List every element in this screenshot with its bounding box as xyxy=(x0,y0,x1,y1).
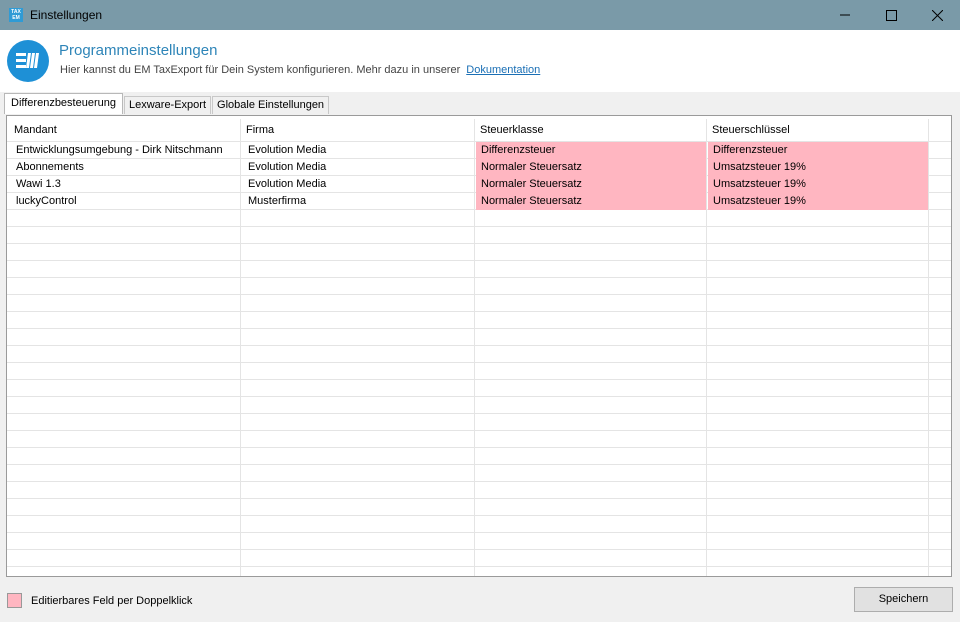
cell-steuerklasse[interactable]: Normaler Steuersatz xyxy=(476,193,706,210)
settings-grid: Mandant Firma Steuerklasse Steuerschlüss… xyxy=(6,115,952,577)
cell-steuerschluessel[interactable]: Umsatzsteuer 19% xyxy=(708,176,928,193)
app-icon: TAX EM xyxy=(9,8,23,22)
minimize-icon xyxy=(840,14,850,16)
cell-mandant: luckyControl xyxy=(16,195,77,207)
cell-steuerklasse[interactable]: Normaler Steuersatz xyxy=(476,159,706,176)
cell-firma: Musterfirma xyxy=(248,195,307,207)
cell-mandant: Entwicklungsumgebung - Dirk Nitschmann xyxy=(16,144,223,156)
em-logo xyxy=(7,40,49,82)
cell-steuerschluessel[interactable]: Umsatzsteuer 19% xyxy=(708,159,928,176)
column-header-steuerklasse[interactable]: Steuerklasse xyxy=(475,119,706,143)
cell-steuerschluessel[interactable]: Differenzsteuer xyxy=(708,142,928,159)
cell-steuerschluessel[interactable]: Umsatzsteuer 19% xyxy=(708,193,928,210)
cell-firma: Evolution Media xyxy=(248,178,327,190)
table-row[interactable]: Abonnements Evolution Media Normaler Ste… xyxy=(7,159,951,176)
editable-legend-swatch xyxy=(7,593,22,608)
column-header-firma[interactable]: Firma xyxy=(241,119,474,143)
title-bar: TAX EM Einstellungen xyxy=(0,0,960,30)
cell-firma: Evolution Media xyxy=(248,144,327,156)
table-row[interactable]: Entwicklungsumgebung - Dirk Nitschmann E… xyxy=(7,142,951,159)
maximize-icon xyxy=(885,9,897,21)
page-title: Programmeinstellungen xyxy=(59,42,218,59)
window-title: Einstellungen xyxy=(30,8,103,22)
table-row[interactable]: luckyControl Musterfirma Normaler Steuer… xyxy=(7,193,951,210)
minimize-button[interactable] xyxy=(822,0,868,30)
tab-bar: Differenzbesteuerung Lexware-Export Glob… xyxy=(4,93,330,114)
subtitle-text: Hier kannst du EM TaxExport für Dein Sys… xyxy=(60,64,461,76)
cell-mandant: Wawi 1.3 xyxy=(16,178,61,190)
tab-globale-einstellungen[interactable]: Globale Einstellungen xyxy=(212,96,330,114)
save-button[interactable]: Speichern xyxy=(854,587,953,612)
cell-steuerklasse[interactable]: Normaler Steuersatz xyxy=(476,176,706,193)
cell-steuerklasse[interactable]: Differenzsteuer xyxy=(476,142,706,159)
footer-bar: Editierbares Feld per Doppelklick Speich… xyxy=(0,582,960,622)
cell-firma: Evolution Media xyxy=(248,161,327,173)
column-header-steuerschluessel[interactable]: Steuerschlüssel xyxy=(707,119,928,143)
page-subtitle: Hier kannst du EM TaxExport für Dein Sys… xyxy=(60,64,540,76)
tab-differenzbesteuerung[interactable]: Differenzbesteuerung xyxy=(4,93,123,114)
documentation-link[interactable]: Dokumentation xyxy=(466,64,540,76)
table-row[interactable]: Wawi 1.3 Evolution Media Normaler Steuer… xyxy=(7,176,951,193)
close-button[interactable] xyxy=(914,0,960,30)
tab-lexware-export[interactable]: Lexware-Export xyxy=(123,96,212,114)
maximize-button[interactable] xyxy=(868,0,914,30)
close-icon xyxy=(931,9,943,21)
cell-mandant: Abonnements xyxy=(16,161,84,173)
header-panel: Programmeinstellungen Hier kannst du EM … xyxy=(0,30,960,92)
column-header-mandant[interactable]: Mandant xyxy=(9,119,240,143)
editable-legend-text: Editierbares Feld per Doppelklick xyxy=(31,595,193,607)
